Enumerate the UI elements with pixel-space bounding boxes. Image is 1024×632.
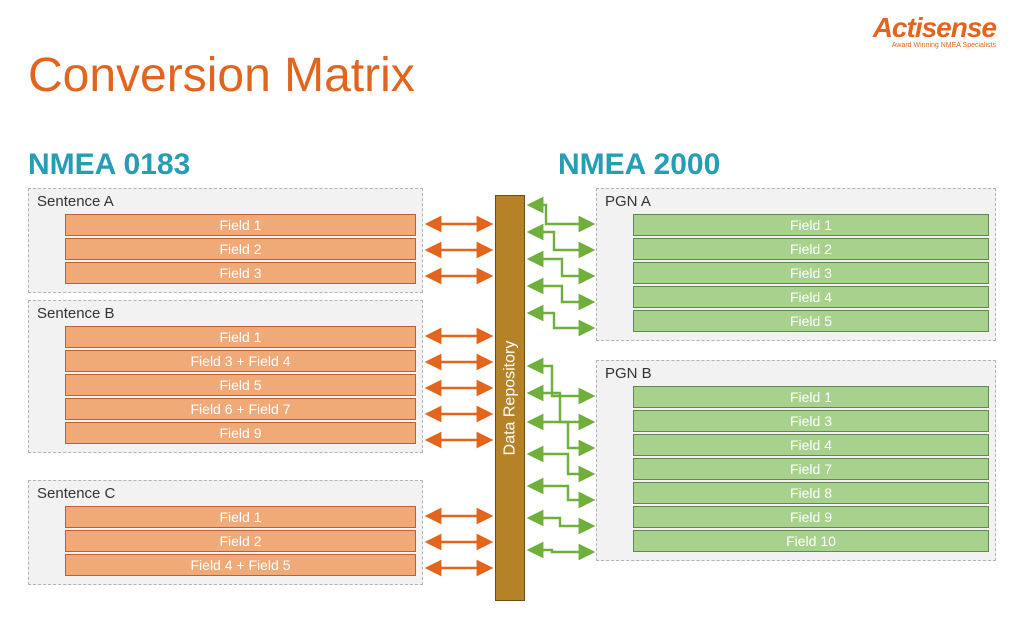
- column-header-left: NMEA 0183: [28, 148, 190, 182]
- brand-logo: Actisense Award Winning NMEA Specialists: [873, 12, 996, 49]
- sentence-a-field: Field 1: [65, 214, 416, 236]
- pgn-b-field: Field 3: [633, 410, 989, 432]
- pgn-a-title: PGN A: [603, 193, 989, 210]
- pgn-a-field: Field 5: [633, 310, 989, 332]
- data-repository-label: Data Repository: [501, 341, 519, 456]
- sentence-c-field: Field 2: [65, 530, 416, 552]
- pgn-a-panel: PGN A Field 1 Field 2 Field 3 Field 4 Fi…: [596, 188, 996, 341]
- pgn-a-field: Field 2: [633, 238, 989, 260]
- pgn-b-title: PGN B: [603, 365, 989, 382]
- sentence-c-panel: Sentence C Field 1 Field 2 Field 4 + Fie…: [28, 480, 423, 585]
- sentence-b-title: Sentence B: [35, 305, 416, 322]
- sentence-b-field: Field 5: [65, 374, 416, 396]
- pgn-b-field: Field 7: [633, 458, 989, 480]
- pgn-a-field: Field 1: [633, 214, 989, 236]
- sentence-b-field: Field 1: [65, 326, 416, 348]
- pgn-b-field: Field 4: [633, 434, 989, 456]
- data-repository: Data Repository: [495, 195, 525, 601]
- pgn-a-field: Field 4: [633, 286, 989, 308]
- pgn-a-field: Field 3: [633, 262, 989, 284]
- pgn-b-field: Field 8: [633, 482, 989, 504]
- sentence-a-panel: Sentence A Field 1 Field 2 Field 3: [28, 188, 423, 293]
- sentence-a-field: Field 3: [65, 262, 416, 284]
- brand-tagline: Award Winning NMEA Specialists: [873, 42, 996, 49]
- pgn-b-field: Field 10: [633, 530, 989, 552]
- column-header-right: NMEA 2000: [558, 148, 720, 182]
- pgn-b-field: Field 1: [633, 386, 989, 408]
- sentence-b-field: Field 3 + Field 4: [65, 350, 416, 372]
- brand-name: Actisense: [873, 12, 996, 44]
- sentence-c-field: Field 1: [65, 506, 416, 528]
- sentence-a-title: Sentence A: [35, 193, 416, 210]
- sentence-b-panel: Sentence B Field 1 Field 3 + Field 4 Fie…: [28, 300, 423, 453]
- sentence-c-title: Sentence C: [35, 485, 416, 502]
- pgn-b-panel: PGN B Field 1 Field 3 Field 4 Field 7 Fi…: [596, 360, 996, 561]
- pgn-b-field: Field 9: [633, 506, 989, 528]
- sentence-b-field: Field 6 + Field 7: [65, 398, 416, 420]
- sentence-c-field: Field 4 + Field 5: [65, 554, 416, 576]
- sentence-b-field: Field 9: [65, 422, 416, 444]
- page-title: Conversion Matrix: [28, 48, 415, 103]
- sentence-a-field: Field 2: [65, 238, 416, 260]
